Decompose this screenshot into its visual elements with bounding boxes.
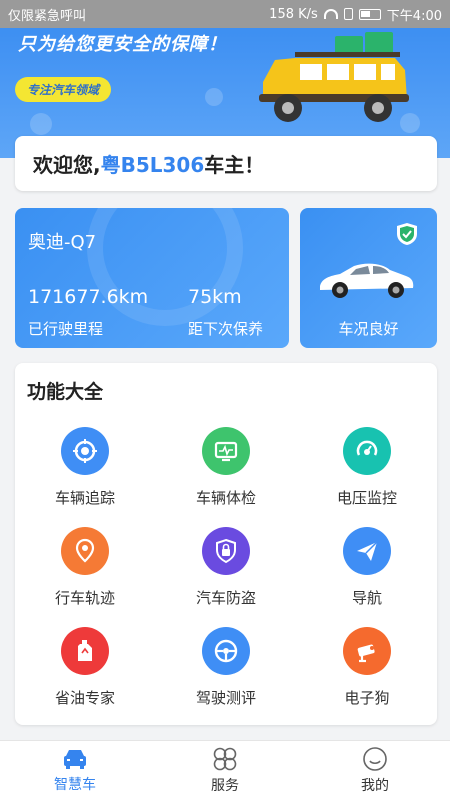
nav-label: 我的 [361, 778, 389, 794]
feature-label: 驾驶测评 [195, 689, 256, 707]
fuel-can-icon [61, 627, 109, 675]
voltage-icon [343, 427, 391, 475]
welcome-suffix: 车主！ [204, 153, 265, 177]
mileage-label: 已行驶里程 [28, 320, 104, 338]
camera-icon [343, 627, 391, 675]
feature-label: 电子狗 [344, 689, 390, 707]
feature-label: 电压监控 [336, 489, 397, 507]
yellow-suv-illustration [259, 32, 409, 122]
car-icon [64, 750, 86, 769]
car-model: 奥迪-Q7 [28, 232, 97, 253]
target-icon [61, 427, 109, 475]
car-status-card[interactable]: 车况良好 [300, 208, 437, 348]
grid-clover-icon [213, 747, 237, 771]
feature-label: 省油专家 [54, 689, 115, 707]
welcome-card: 欢迎您, 粤B5L306 车主！ [15, 136, 437, 191]
feature-label: 导航 [351, 589, 382, 607]
tab-service[interactable]: 服务 [150, 741, 300, 800]
feature-voltage-monitor[interactable]: 电压监控 [297, 427, 437, 508]
shield-check-icon [397, 223, 417, 245]
feature-speed-camera[interactable]: 电子狗 [297, 627, 437, 708]
clock: 下午4:00 [386, 8, 442, 24]
bottom-nav: 智慧车 服务 我的 [0, 740, 450, 800]
welcome-prefix: 欢迎您, [33, 153, 101, 177]
feature-vehicle-check[interactable]: 车辆体检 [156, 427, 296, 508]
banner-tag: 专注汽车领域 [15, 77, 112, 102]
feature-label: 汽车防盗 [195, 589, 256, 607]
decor-bubble [205, 88, 223, 106]
wifi-icon [323, 9, 338, 19]
maintenance-label: 距下次保养 [188, 320, 264, 338]
profile-face-icon [363, 747, 387, 771]
tab-mine[interactable]: 我的 [300, 741, 450, 800]
network-speed: 158 K/s [269, 6, 318, 22]
monitor-icon [202, 427, 250, 475]
steering-wheel-icon [202, 627, 250, 675]
car-condition-label: 车况良好 [338, 320, 399, 338]
mileage-value: 171677.6km [28, 286, 149, 308]
feature-navigation[interactable]: 导航 [297, 527, 437, 608]
lock-shield-icon [202, 527, 250, 575]
feature-label: 行车轨迹 [54, 589, 115, 607]
paper-plane-icon [343, 527, 391, 575]
battery-icon [358, 8, 381, 20]
car-info-card[interactable]: 奥迪-Q7 171677.6km 已行驶里程 75km 距下次保养 [15, 208, 289, 348]
nav-label: 智慧车 [54, 777, 96, 793]
feature-label: 车辆追踪 [54, 489, 115, 507]
maintenance-value: 75km [188, 286, 242, 308]
feature-anti-theft[interactable]: 汽车防盗 [156, 527, 296, 608]
license-plate: 粤B5L306 [100, 153, 205, 177]
status-bar: 仅限紧急呼叫 158 K/s 下午4:00 [0, 0, 450, 28]
features-panel: 功能大全 车辆追踪 车辆体检 电压监控 行车轨迹 汽车防盗 导航 省油专家 驾驶… [15, 363, 437, 725]
banner-title: 只为给您更安全的保障！ [18, 34, 227, 55]
decor-bubble [30, 113, 52, 135]
feature-fuel-saver[interactable]: 省油专家 [15, 627, 155, 708]
feature-label: 车辆体检 [195, 489, 256, 507]
nav-label: 服务 [211, 778, 239, 794]
tab-smart-car[interactable]: 智慧车 [0, 741, 150, 800]
features-title: 功能大全 [27, 381, 104, 403]
feature-vehicle-tracking[interactable]: 车辆追踪 [15, 427, 155, 508]
carrier-text: 仅限紧急呼叫 [8, 8, 87, 24]
feature-driving-evaluation[interactable]: 驾驶测评 [156, 627, 296, 708]
sim-icon [343, 8, 353, 20]
feature-driving-track[interactable]: 行车轨迹 [15, 527, 155, 608]
location-pin-icon [61, 527, 109, 575]
white-sedan-illustration [320, 263, 414, 298]
